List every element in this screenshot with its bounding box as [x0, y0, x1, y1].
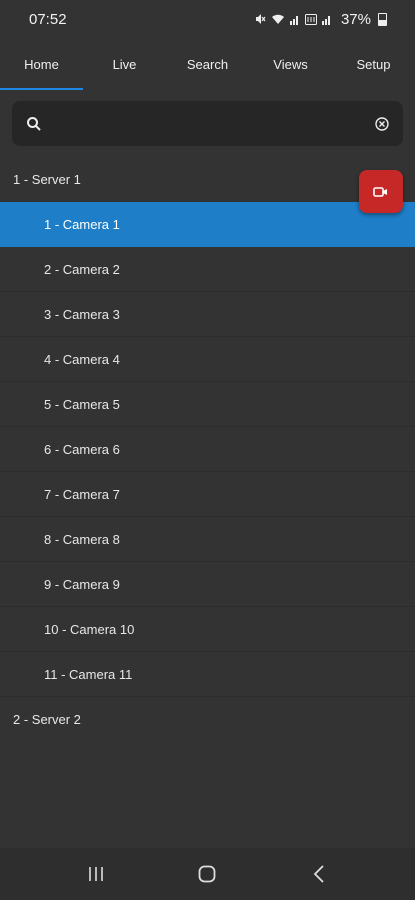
clear-icon[interactable] [375, 116, 389, 131]
signal-icon [289, 15, 298, 25]
mute-icon [255, 14, 266, 24]
home-icon [199, 865, 216, 883]
camera-item-3[interactable]: 3 - Camera 3 [0, 292, 415, 337]
camera-item-1[interactable]: 1 - Camera 1 [0, 202, 415, 247]
record-button[interactable] [359, 170, 403, 213]
battery-icon [378, 12, 387, 26]
tab-views[interactable]: Views [249, 38, 332, 90]
tab-live[interactable]: Live [83, 38, 166, 90]
volte-icon [304, 13, 317, 25]
search-box [12, 101, 403, 146]
camera-item-2[interactable]: 2 - Camera 2 [0, 247, 415, 292]
server-item-2[interactable]: 2 - Server 2 [0, 697, 415, 742]
status-icons: 37% [254, 11, 387, 28]
search-icon [27, 116, 41, 131]
recents-icon [89, 867, 103, 881]
system-nav-bar [0, 848, 415, 900]
camera-item-9[interactable]: 9 - Camera 9 [0, 562, 415, 607]
wifi-icon [271, 14, 284, 24]
tab-home[interactable]: Home [0, 38, 83, 90]
tab-setup[interactable]: Setup [332, 38, 415, 90]
server-tree: 1 - Server 1 1 - Camera 1 2 - Camera 2 3… [0, 157, 415, 742]
camera-item-11[interactable]: 11 - Camera 11 [0, 652, 415, 697]
video-camera-icon [373, 186, 387, 197]
camera-item-5[interactable]: 5 - Camera 5 [0, 382, 415, 427]
camera-item-4[interactable]: 4 - Camera 4 [0, 337, 415, 382]
recents-button[interactable] [76, 854, 116, 894]
camera-item-7[interactable]: 7 - Camera 7 [0, 472, 415, 517]
camera-item-10[interactable]: 10 - Camera 10 [0, 607, 415, 652]
back-button[interactable] [299, 854, 339, 894]
home-button[interactable] [187, 854, 227, 894]
camera-item-6[interactable]: 6 - Camera 6 [0, 427, 415, 472]
camera-item-8[interactable]: 8 - Camera 8 [0, 517, 415, 562]
battery-percentage: 37% [340, 10, 371, 28]
status-time: 07:52 [29, 10, 67, 28]
server-item-1[interactable]: 1 - Server 1 [0, 157, 415, 202]
search-input[interactable] [52, 114, 375, 133]
back-icon [313, 865, 324, 883]
signal-icon [321, 15, 330, 25]
tab-search[interactable]: Search [166, 38, 249, 90]
status-bar: 07:52 37% [0, 0, 415, 38]
tab-bar: Home Live Search Views Setup [0, 38, 415, 90]
